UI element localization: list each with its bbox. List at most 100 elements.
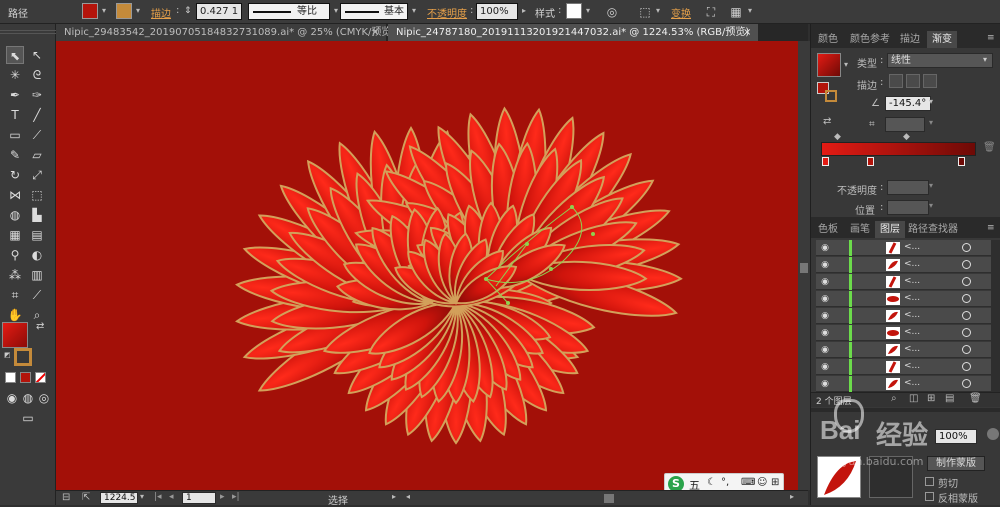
delete-stop-icon[interactable]: 🗑 — [983, 142, 996, 153]
layer-row[interactable]: ◉ <... — [816, 291, 991, 307]
toolbox-grip[interactable] — [0, 30, 56, 34]
tab-pathfinder[interactable]: 路径查找器 — [903, 221, 963, 238]
layer-target-icon[interactable] — [962, 379, 971, 388]
visibility-eye-icon[interactable]: ◉ — [819, 310, 831, 322]
artboard-nav-icon[interactable]: ⊟ — [62, 492, 70, 503]
stroke-stepper-icon[interactable]: ⇕ — [184, 6, 192, 16]
opacity-link[interactable]: 不透明度 — [427, 5, 467, 20]
direct-selection-tool-icon[interactable]: ↖ — [28, 46, 46, 64]
layer-target-icon[interactable] — [962, 362, 971, 371]
midpoint-diamond-icon[interactable]: ◆ — [903, 132, 910, 142]
lasso-tool-icon[interactable]: ᘓ — [28, 66, 46, 84]
layers-scrollbar[interactable] — [991, 240, 1000, 392]
page-field[interactable]: 1 — [182, 492, 216, 504]
variable-width-profile[interactable]: 等比 — [248, 3, 330, 20]
ime-keyboard-icon[interactable]: ⌨ — [741, 477, 755, 488]
perspective-grid-tool-icon[interactable]: ▙ — [28, 206, 46, 224]
shape-builder-tool-icon[interactable]: ◍ — [6, 206, 24, 224]
visibility-eye-icon[interactable]: ◉ — [819, 361, 831, 373]
last-page-icon[interactable]: ▸| — [232, 492, 240, 502]
visibility-eye-icon[interactable]: ◉ — [819, 378, 831, 390]
eyedropper-tool-icon[interactable]: ⚲ — [6, 246, 24, 264]
layers-menu-icon[interactable]: ≡ — [987, 223, 995, 233]
none-mode-icon[interactable] — [35, 372, 46, 383]
draw-inside-icon[interactable]: ◎ — [35, 389, 53, 407]
stroke-across-icon[interactable] — [923, 74, 937, 88]
style-dropdown-icon[interactable]: ▾ — [583, 4, 593, 18]
scale-tool-icon[interactable]: ⤢ — [28, 166, 46, 184]
reverse-gradient-icon[interactable]: ⇄ — [823, 116, 831, 127]
gradient-opacity-field[interactable] — [887, 180, 929, 195]
visibility-eye-icon[interactable]: ◉ — [819, 276, 831, 288]
layer-target-icon[interactable] — [962, 277, 971, 286]
align-icon[interactable]: ⬚ — [636, 3, 654, 21]
anchor-point[interactable] — [591, 232, 595, 236]
gradient-slider[interactable] — [821, 142, 976, 156]
slice-tool-icon[interactable]: ⟋ — [28, 286, 46, 304]
graph-tool-icon[interactable]: ▥ — [28, 266, 46, 284]
visibility-eye-icon[interactable]: ◉ — [819, 242, 831, 254]
pen-tool-icon[interactable]: ✒ — [6, 86, 24, 104]
symbol-sprayer-tool-icon[interactable]: ⁂ — [6, 266, 24, 284]
visibility-eye-icon[interactable]: ◉ — [819, 293, 831, 305]
layer-row[interactable]: ◉ <... — [816, 359, 991, 375]
ime-punct-icon[interactable]: °, — [721, 477, 729, 488]
free-transform-tool-icon[interactable]: ⬚ — [28, 186, 46, 204]
tab-color[interactable]: 颜色 — [813, 31, 843, 48]
gradient-angle-field[interactable]: -145.4° — [885, 96, 931, 111]
eraser-tool-icon[interactable]: ▱ — [28, 146, 46, 164]
tab-layers[interactable]: 图层 — [875, 221, 905, 238]
layer-target-icon[interactable] — [962, 345, 971, 354]
curvature-tool-icon[interactable]: ✑ — [28, 86, 46, 104]
anchor-point[interactable] — [570, 205, 574, 209]
prev-page-icon[interactable]: ◂ — [169, 492, 174, 502]
anchor-point[interactable] — [484, 277, 488, 281]
layer-row[interactable]: ◉ <... — [816, 240, 991, 256]
layer-row[interactable]: ◉ <... — [816, 376, 991, 392]
default-colors-icon[interactable]: ◩ — [4, 351, 11, 359]
arrange-icon[interactable]: ▦ — [727, 3, 745, 21]
pencil-tool-icon[interactable]: ✎ — [6, 146, 24, 164]
artboard-tool-icon[interactable]: ⌗ — [6, 286, 24, 304]
aspect-dropdown-icon[interactable]: ▾ — [929, 118, 933, 127]
layer-row[interactable]: ◉ <... — [816, 308, 991, 324]
stroke-along-icon[interactable] — [906, 74, 920, 88]
width-tool-icon[interactable]: ⋈ — [6, 186, 24, 204]
gradient-stop-start[interactable] — [822, 157, 829, 166]
stroke-indicator[interactable] — [825, 90, 837, 102]
stroke-dropdown-icon[interactable]: ▾ — [133, 4, 143, 18]
close-tab-icon[interactable]: × — [743, 24, 751, 41]
zoom-field[interactable]: 1224.5 — [100, 492, 138, 504]
transform-link[interactable]: 变换 — [671, 5, 691, 20]
screen-mode-icon[interactable]: ▭ — [19, 409, 37, 427]
next-page-icon[interactable]: ▸ — [220, 492, 225, 502]
chrysanthemum-artwork[interactable] — [56, 41, 798, 490]
ime-skin-icon[interactable]: ☺ — [757, 477, 767, 488]
panel-menu-icon[interactable]: ≡ — [987, 33, 995, 43]
tab-document-2[interactable]: Nipic_24787180_20191113201921447032.ai* … — [388, 24, 758, 41]
gradient-position-field[interactable] — [887, 200, 929, 215]
layer-target-icon[interactable] — [962, 294, 971, 303]
magic-wand-tool-icon[interactable]: ✳ — [6, 66, 24, 84]
fill-dropdown-icon[interactable]: ▾ — [99, 4, 109, 18]
visibility-eye-icon[interactable]: ◉ — [819, 259, 831, 271]
angle-dropdown-icon[interactable]: ▾ — [929, 97, 933, 106]
artboard-canvas[interactable] — [56, 41, 798, 490]
gradient-type-dropdown-icon[interactable]: ▾ — [983, 55, 987, 64]
gradient-opacity-dropdown-icon[interactable]: ▾ — [929, 181, 933, 190]
panel-header-grip[interactable] — [811, 24, 1000, 31]
fill-color-box[interactable] — [2, 322, 28, 348]
ime-moon-icon[interactable]: ☾ — [707, 477, 716, 488]
color-mode-icon[interactable] — [5, 372, 16, 383]
blend-tool-icon[interactable]: ◐ — [28, 246, 46, 264]
stroke-within-icon[interactable] — [889, 74, 903, 88]
rectangle-tool-icon[interactable]: ▭ — [6, 126, 24, 144]
recolor-icon[interactable]: ◎ — [603, 3, 621, 21]
layer-row[interactable]: ◉ <... — [816, 325, 991, 341]
tab-brushes[interactable]: 画笔 — [845, 221, 875, 238]
fill-swatch[interactable] — [82, 3, 98, 19]
layer-row[interactable]: ◉ <... — [816, 274, 991, 290]
gradient-stop-end[interactable] — [958, 157, 965, 166]
status-menu-icon[interactable]: ▸ — [392, 492, 396, 501]
gradient-type-select[interactable]: 线性 — [887, 53, 993, 68]
